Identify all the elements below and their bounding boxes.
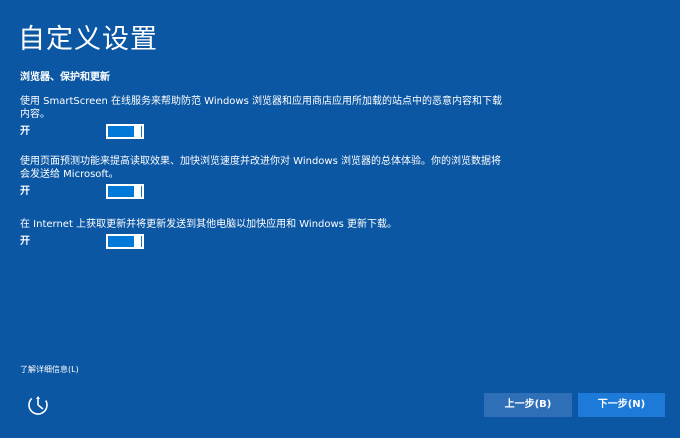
setting-description: 在 Internet 上获取更新并将更新发送到其他电脑以加快应用和 Window…	[20, 219, 398, 230]
page-prediction-toggle[interactable]	[106, 184, 144, 199]
back-button[interactable]: 上一步(B)	[484, 393, 572, 417]
section-heading: 浏览器、保护和更新	[20, 72, 110, 83]
toggle-knob	[134, 236, 141, 247]
toggle-state-label: 开	[20, 126, 30, 137]
learn-more-link[interactable]: 了解详细信息(L)	[20, 365, 79, 375]
toggle-knob	[134, 186, 141, 197]
toggle-row: 开	[20, 184, 510, 200]
ease-of-access-icon[interactable]	[26, 393, 50, 417]
toggle-row: 开	[20, 234, 510, 250]
setting-description: 使用 SmartScreen 在线服务来帮助防范 Windows 浏览器和应用商…	[20, 96, 502, 120]
setting-update-delivery: 在 Internet 上获取更新并将更新发送到其他电脑以加快应用和 Window…	[20, 218, 510, 250]
toggle-knob	[134, 126, 141, 137]
page-title: 自定义设置	[18, 24, 158, 55]
setting-page-prediction: 使用页面预测功能来提高读取效果、加快浏览速度并改进你对 Windows 浏览器的…	[20, 155, 510, 200]
setting-description: 使用页面预测功能来提高读取效果、加快浏览速度并改进你对 Windows 浏览器的…	[20, 156, 501, 180]
next-button[interactable]: 下一步(N)	[578, 393, 665, 417]
toggle-row: 开	[20, 124, 510, 140]
setting-smartscreen: 使用 SmartScreen 在线服务来帮助防范 Windows 浏览器和应用商…	[20, 95, 510, 140]
smartscreen-toggle[interactable]	[106, 124, 144, 139]
toggle-state-label: 开	[20, 186, 30, 197]
toggle-state-label: 开	[20, 236, 30, 247]
update-delivery-toggle[interactable]	[106, 234, 144, 249]
